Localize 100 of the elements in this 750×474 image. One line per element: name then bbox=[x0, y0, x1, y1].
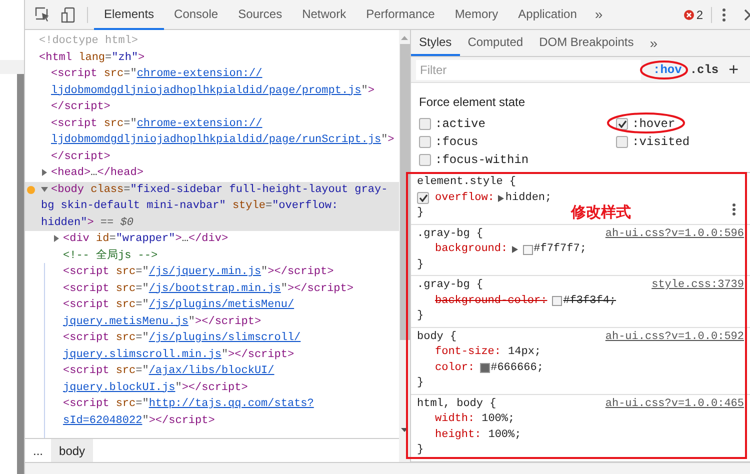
css-property[interactable]: font-size: bbox=[435, 345, 502, 360]
css-value[interactable]: hidden; bbox=[505, 190, 552, 206]
source-link[interactable]: ah-ui.css?v=1.0.0:596 bbox=[605, 226, 744, 242]
color-swatch[interactable] bbox=[480, 363, 490, 374]
css-value[interactable]: 14px; bbox=[508, 345, 542, 360]
css-property[interactable]: width: bbox=[435, 412, 475, 428]
code-line[interactable]: hidden"> == $0 bbox=[25, 214, 399, 231]
panel-tab[interactable]: Console bbox=[164, 0, 228, 30]
code-line[interactable]: ljdobmomdgdljniojadhoplhkpialdid/page/runScript.js"> bbox=[25, 132, 399, 148]
code-line[interactable]: <script src="/js/jquery.min.js"></script> bbox=[25, 264, 399, 280]
sidebar-tab[interactable]: Computed bbox=[460, 30, 532, 56]
class-toggle[interactable]: .cls bbox=[690, 60, 719, 78]
state-checkbox[interactable] bbox=[419, 154, 431, 166]
code-line[interactable]: ljdobmomdgdljniojadhoplhkpialdid/page/prompt.js"> bbox=[25, 82, 399, 99]
more-tabs-button[interactable]: » bbox=[586, 4, 611, 25]
code-line[interactable]: <script src="/ajax/libs/blockUI/ bbox=[25, 363, 399, 380]
code-line[interactable]: <script src="http://tajs.qq.com/stats? bbox=[25, 396, 399, 412]
css-property[interactable]: background: bbox=[435, 242, 508, 258]
source-link[interactable]: /js/bootstrap.min.js bbox=[148, 282, 281, 294]
source-link[interactable]: sId=62048022 bbox=[63, 414, 142, 426]
filter-input[interactable]: Filter bbox=[416, 60, 641, 80]
collapsed-triangle-icon[interactable] bbox=[41, 169, 48, 176]
code-line[interactable]: </script> bbox=[25, 148, 399, 165]
code-line[interactable]: <html lang="zh"> bbox=[25, 50, 399, 66]
state-label: :visited bbox=[632, 134, 690, 151]
code-line[interactable]: <script src="/js/plugins/slimscroll/ bbox=[25, 330, 399, 346]
more-options-icon[interactable] bbox=[722, 8, 726, 22]
expand-triangle-icon[interactable] bbox=[498, 194, 504, 202]
code-line[interactable]: bg skin-default mini-navbar" style="overflow: bbox=[25, 198, 399, 214]
source-link[interactable]: ah-ui.css?v=1.0.0:592 bbox=[605, 330, 744, 345]
breadcrumb-item[interactable]: body bbox=[51, 439, 94, 462]
error-count-button[interactable]: 2 bbox=[684, 6, 703, 24]
source-link[interactable]: jquery.metisMenu.js bbox=[63, 316, 188, 328]
code-line[interactable]: jquery.slimscroll.min.js"></script> bbox=[25, 346, 399, 363]
source-link[interactable]: style.css:3739 bbox=[652, 278, 744, 294]
check-icon bbox=[618, 120, 626, 128]
code-line[interactable]: jquery.metisMenu.js"></script> bbox=[25, 314, 399, 330]
css-property[interactable]: background-color: bbox=[435, 294, 548, 309]
closing-brace: } bbox=[417, 376, 424, 391]
source-link[interactable]: /js/plugins/metisMenu/ bbox=[148, 299, 294, 311]
expanded-triangle-icon[interactable] bbox=[41, 186, 48, 192]
close-icon[interactable] bbox=[744, 8, 750, 20]
code-line[interactable]: <body class="fixed-sidebar full-height-layout gray- bbox=[25, 182, 399, 198]
more-options-icon[interactable] bbox=[732, 203, 736, 216]
code-line[interactable]: <script src="/js/bootstrap.min.js"></script> bbox=[25, 280, 399, 297]
css-value[interactable]: 100%; bbox=[482, 412, 515, 428]
collapsed-triangle-icon[interactable] bbox=[53, 235, 60, 242]
source-link[interactable]: chrome-extension:// bbox=[136, 68, 262, 80]
code-line[interactable]: <head>…</head> bbox=[25, 165, 399, 182]
source-link[interactable]: ljdobmomdgdljniojadhoplhkpialdid/page/prompt.js bbox=[51, 84, 362, 96]
code-line[interactable]: <div id="wrapper">…</div> bbox=[25, 231, 399, 248]
state-checkbox[interactable] bbox=[616, 118, 628, 130]
source-link[interactable]: jquery.slimscroll.min.js bbox=[63, 348, 222, 360]
code-line[interactable]: <!-- 全局js --> bbox=[25, 248, 399, 264]
source-link[interactable]: ljdobmomdgdljniojadhoplhkpialdid/page/runScript.js bbox=[51, 134, 382, 146]
code-line[interactable]: <script src="chrome-extension:// bbox=[25, 66, 399, 82]
scroll-down-icon[interactable] bbox=[401, 428, 408, 432]
code-line[interactable]: sId=62048022"></script> bbox=[25, 412, 399, 429]
source-link[interactable]: jquery.blockUI.js bbox=[63, 382, 176, 394]
page-scrollbar[interactable] bbox=[17, 74, 24, 474]
css-value[interactable]: #f7f7f7; bbox=[534, 242, 586, 258]
css-value[interactable]: #666666; bbox=[490, 360, 544, 376]
panel-tab[interactable]: Application bbox=[508, 0, 587, 30]
closing-brace: } bbox=[417, 258, 424, 272]
expand-triangle-icon[interactable] bbox=[512, 246, 518, 254]
css-property[interactable]: color: bbox=[435, 360, 475, 376]
code-line[interactable]: <script src="chrome-extension:// bbox=[25, 116, 399, 132]
state-checkbox[interactable] bbox=[419, 136, 431, 148]
state-label: :hover bbox=[632, 116, 676, 133]
source-link[interactable]: ah-ui.css?v=1.0.0:465 bbox=[605, 396, 744, 412]
color-swatch[interactable] bbox=[552, 296, 562, 306]
source-link[interactable]: chrome-extension:// bbox=[136, 118, 262, 130]
error-icon bbox=[684, 10, 694, 20]
panel-tab[interactable]: Elements bbox=[94, 0, 164, 30]
css-value[interactable]: 100%; bbox=[488, 428, 522, 443]
panel-tab[interactable]: Memory bbox=[444, 0, 508, 30]
color-swatch[interactable] bbox=[522, 244, 533, 255]
selected-node-highlight[interactable]: <body class="fixed-sidebar full-height-layout gray- bg skin-default mini-navbar" style="overflow: hidden"> == $0 bbox=[25, 182, 399, 231]
panel-tab[interactable]: Sources bbox=[228, 0, 292, 30]
new-rule-button[interactable]: + bbox=[728, 61, 739, 78]
state-checkbox[interactable] bbox=[616, 136, 628, 148]
panel-tab[interactable]: Network bbox=[292, 0, 356, 30]
source-link[interactable]: /js/plugins/slimscroll/ bbox=[148, 332, 301, 344]
device-toolbar-icon[interactable] bbox=[61, 6, 76, 22]
source-link[interactable]: /js/jquery.min.js bbox=[148, 266, 262, 278]
sidebar-tab[interactable]: DOM Breakpoints bbox=[531, 30, 642, 56]
inspect-icon[interactable] bbox=[35, 7, 50, 22]
code-line[interactable]: <script src="/js/plugins/metisMenu/ bbox=[25, 297, 399, 314]
css-value[interactable]: #f3f3f4; bbox=[563, 294, 616, 309]
code-line[interactable]: </script> bbox=[25, 99, 399, 116]
css-property[interactable]: height: bbox=[435, 428, 482, 443]
panel-tab[interactable]: Performance bbox=[356, 0, 445, 30]
breadcrumb-item[interactable]: ... bbox=[25, 439, 52, 462]
property-checkbox[interactable] bbox=[417, 192, 429, 204]
more-tabs-button[interactable]: » bbox=[642, 30, 666, 56]
source-link[interactable]: http://tajs.qq.com/stats? bbox=[148, 398, 314, 410]
source-link[interactable]: /ajax/libs/blockUI/ bbox=[148, 365, 274, 377]
state-checkbox[interactable] bbox=[419, 118, 431, 130]
css-property[interactable]: overflow: bbox=[435, 190, 494, 206]
code-line[interactable]: jquery.blockUI.js"></script> bbox=[25, 380, 399, 396]
